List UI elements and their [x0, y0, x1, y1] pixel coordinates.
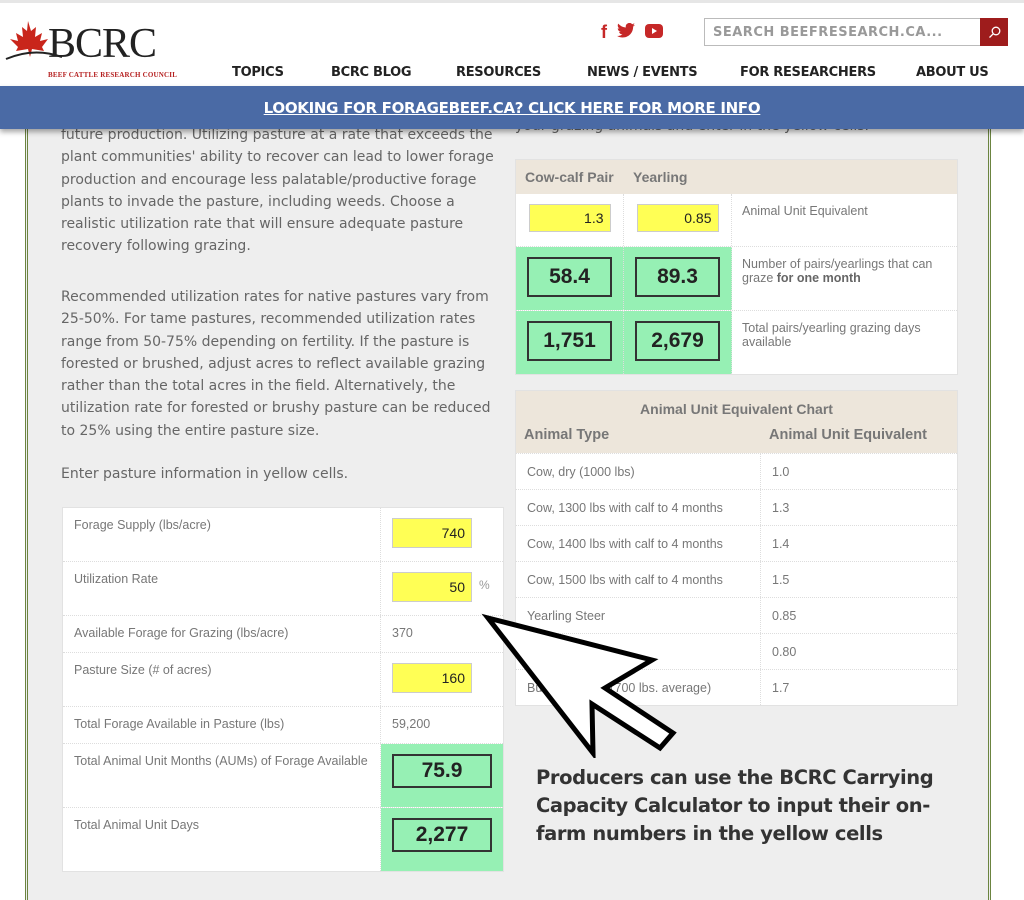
youtube-icon[interactable]: [645, 22, 663, 43]
enter-info-instruction: Enter pasture information in yellow cell…: [61, 466, 349, 482]
aue-value-cell: 1.7: [772, 680, 790, 695]
nav-bcrc-blog[interactable]: BCRC BLOG: [331, 65, 412, 80]
forage-supply-row: Forage Supply (lbs/acre): [63, 508, 503, 562]
total-forage-label: Total Forage Available in Pasture (lbs): [63, 707, 381, 743]
pasture-size-input[interactable]: [392, 663, 472, 693]
aue-label: Animal Unit Equivalent: [742, 204, 868, 218]
aue-value-cell: 1.3: [772, 500, 790, 515]
pasture-size-label: Pasture Size (# of acres): [63, 653, 381, 706]
forage-supply-label: Forage Supply (lbs/acre): [63, 508, 381, 561]
nav-resources[interactable]: RESOURCES: [456, 65, 541, 80]
yearling-month-value: 89.3: [635, 257, 720, 297]
aue-value-cell: 1.0: [772, 464, 790, 479]
social-links: f: [601, 22, 663, 43]
forage-supply-input[interactable]: [392, 518, 472, 548]
animal-type-cell: Cow, 1500 lbs with calf to 4 months: [516, 562, 761, 597]
aue-value-cell: 0.80: [772, 644, 797, 659]
utilization-label: Utilization Rate: [63, 562, 381, 615]
animal-type-cell: Cow, dry (1000 lbs): [516, 454, 761, 489]
search-icon: [988, 26, 1000, 38]
aue-value-cell: 1.5: [772, 572, 790, 587]
cow-month-value: 58.4: [527, 257, 612, 297]
one-month-row: 58.4 89.3 Number of pairs/yearlings that…: [516, 246, 957, 310]
aue-chart-row: Cow, 1400 lbs with calf to 4 months 1.4: [516, 525, 957, 561]
animal-type-cell: Cow, 1400 lbs with calf to 4 months: [516, 526, 761, 561]
aums-value: 75.9: [392, 754, 492, 788]
main-nav: TOPICS BCRC BLOG RESOURCES NEWS / EVENTS…: [0, 65, 1024, 85]
grazing-days-row: 1,751 2,679 Total pairs/yearling grazing…: [516, 310, 957, 374]
available-forage-row: Available Forage for Grazing (lbs/acre) …: [63, 616, 503, 653]
percent-unit: %: [479, 578, 490, 592]
aums-row: Total Animal Unit Months (AUMs) of Forag…: [63, 744, 503, 808]
one-month-label: Number of pairs/yearlings that can graze…: [742, 257, 933, 285]
aue-chart-title: Animal Unit Equivalent Chart: [516, 391, 957, 423]
foragebeef-banner: LOOKING FOR FORAGEBEEF.CA? CLICK HERE FO…: [0, 86, 1024, 129]
animal-type-cell: Cow, 1300 lbs with calf to 4 months: [516, 490, 761, 525]
nav-about-us[interactable]: ABOUT US: [916, 65, 989, 80]
utilization-row: Utilization Rate %: [63, 562, 503, 616]
arrow-cursor-icon: [481, 613, 677, 758]
total-forage-row: Total Forage Available in Pasture (lbs) …: [63, 707, 503, 744]
aums-label: Total Animal Unit Months (AUMs) of Forag…: [63, 744, 381, 807]
twitter-icon[interactable]: [617, 22, 635, 43]
animal-type-header: Cow-calf Pair Yearling: [516, 160, 957, 194]
recommended-rates-paragraph: Recommended utilization rates for native…: [61, 289, 491, 439]
search-box: [704, 18, 1008, 46]
col-cow-calf-pair: Cow-calf Pair: [525, 169, 614, 185]
aue-value-cell: 0.85: [772, 608, 797, 623]
utilization-paragraph: future production. Utilizing pasture at …: [61, 127, 494, 255]
facebook-icon[interactable]: f: [601, 22, 607, 43]
aue-chart-header: Animal Type Animal Unit Equivalent: [516, 423, 957, 453]
nav-for-researchers[interactable]: FOR RESEARCHERS: [740, 65, 876, 80]
animal-unit-days-value: 2,277: [392, 818, 492, 852]
search-button[interactable]: [980, 18, 1008, 46]
search-input[interactable]: [705, 19, 975, 45]
available-forage-label: Available Forage for Grazing (lbs/acre): [63, 616, 381, 652]
col-yearling: Yearling: [633, 169, 688, 185]
animal-unit-days-row: Total Animal Unit Days 2,277: [63, 808, 503, 871]
aue-chart-row: Cow, 1300 lbs with calf to 4 months 1.3: [516, 489, 957, 525]
yearling-aue-input[interactable]: [636, 204, 719, 232]
animal-unit-days-label: Total Animal Unit Days: [63, 808, 381, 871]
aue-chart-row: Cow, 1500 lbs with calf to 4 months 1.5: [516, 561, 957, 597]
aue-value-cell: 1.4: [772, 536, 790, 551]
cow-aue-input[interactable]: [528, 204, 611, 232]
nav-topics[interactable]: TOPICS: [232, 65, 284, 80]
nav-news-events[interactable]: NEWS / EVENTS: [587, 65, 698, 80]
col-animal-unit-equivalent: Animal Unit Equivalent: [769, 427, 927, 443]
grazing-days-label: Total pairs/yearling grazing days availa…: [742, 321, 921, 349]
utilization-input[interactable]: [392, 572, 472, 602]
cow-days-value: 1,751: [527, 321, 612, 361]
aue-chart-row: Cow, dry (1000 lbs) 1.0: [516, 453, 957, 489]
pasture-size-row: Pasture Size (# of acres): [63, 653, 503, 707]
pasture-calculator: Forage Supply (lbs/acre) Utilization Rat…: [62, 507, 504, 872]
annotation-callout: Producers can use the BCRC Carrying Capa…: [536, 766, 934, 845]
animal-type-table: Cow-calf Pair Yearling Animal Unit Equiv…: [515, 159, 958, 375]
yearling-days-value: 2,679: [635, 321, 720, 361]
logo-text: BCRC: [48, 21, 157, 67]
aue-row: Animal Unit Equivalent: [516, 194, 957, 246]
col-animal-type: Animal Type: [524, 427, 610, 443]
site-header: BCRC BEEF CATTLE RESEARCH COUNCIL f TOPI…: [0, 0, 1024, 86]
foragebeef-link[interactable]: LOOKING FOR FORAGEBEEF.CA? CLICK HERE FO…: [264, 99, 761, 117]
